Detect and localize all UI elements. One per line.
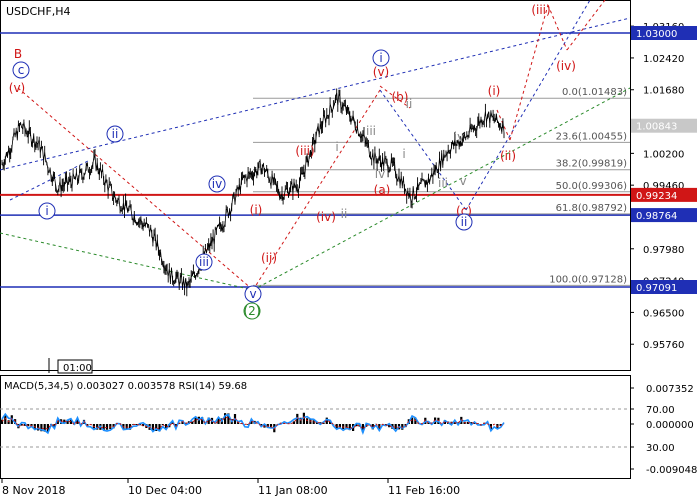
wave-label: ii bbox=[461, 215, 468, 229]
price-tick-label: 0.95760 bbox=[643, 340, 684, 351]
time-tick-label: 11 Feb 16:00 bbox=[388, 484, 460, 497]
wave-label: (2) bbox=[244, 304, 261, 318]
wave-label: iv bbox=[212, 177, 222, 191]
wave-label: ii bbox=[341, 207, 348, 221]
price-tick-label: 1.02420 bbox=[643, 54, 684, 65]
time-tick-label: 11 Jan 08:00 bbox=[258, 484, 328, 497]
time-tick-label: 8 Nov 2018 bbox=[2, 484, 65, 497]
fib-level-label: 23.6(1.00455) bbox=[556, 131, 628, 142]
wave-label: i bbox=[402, 147, 405, 161]
price-tag-label: 1.00843 bbox=[636, 122, 677, 133]
price-tag-label: 0.99234 bbox=[636, 191, 677, 202]
wave-label: i bbox=[45, 204, 48, 218]
fib-level-label: 61.8(0.98792) bbox=[556, 203, 628, 214]
wave-label: v bbox=[249, 287, 256, 301]
wave-label: v bbox=[459, 174, 466, 188]
wave-label: (iii) bbox=[531, 3, 550, 17]
wave-label: iii bbox=[366, 124, 376, 138]
wave-label: (v) bbox=[9, 81, 25, 95]
fib-level-label: 38.2(0.99819) bbox=[556, 159, 628, 170]
price-tag-label: 0.98764 bbox=[636, 211, 677, 222]
symbol-label: USDCHF,H4 bbox=[6, 5, 71, 18]
time-tick-label: 10 Dec 04:00 bbox=[128, 484, 202, 497]
wave-label: (i) bbox=[488, 84, 501, 98]
wave-label: (iv) bbox=[556, 59, 576, 73]
wave-label: (a) bbox=[374, 183, 391, 197]
wave-label: iii bbox=[199, 255, 209, 269]
wave-label: i bbox=[379, 51, 382, 65]
price-tick-label: 0.96500 bbox=[643, 308, 684, 319]
indicator-tick-label: 0.000000 bbox=[646, 420, 694, 431]
price-tick-label: 0.97980 bbox=[643, 245, 684, 256]
wave-label: ii bbox=[406, 97, 413, 111]
wave-label: (iv) bbox=[316, 210, 336, 224]
indicator-title: MACD(5,34,5) 0.003027 0.003578 RSI(14) 5… bbox=[4, 381, 247, 392]
wave-label: (v) bbox=[373, 65, 389, 79]
wave-label: c bbox=[18, 63, 25, 77]
fib-level-label: 100.0(0.97128) bbox=[549, 274, 627, 285]
fib-level-label: 0.0(1.01483) bbox=[562, 87, 627, 98]
wave-label: ii bbox=[112, 127, 119, 141]
indicator-tick-label: 70.00 bbox=[646, 405, 675, 416]
price-tag-label: 0.97091 bbox=[636, 283, 677, 294]
wave-label: B bbox=[14, 47, 22, 61]
price-tick-label: 1.00200 bbox=[643, 149, 684, 160]
price-tick-label: 1.01680 bbox=[643, 86, 684, 97]
wave-label: (i) bbox=[250, 203, 263, 217]
indicator-tick-label: -0.009048 bbox=[646, 465, 697, 476]
svg-text:01:00: 01:00 bbox=[63, 363, 92, 374]
wave-label: iv bbox=[454, 130, 464, 144]
wave-label: (iii) bbox=[295, 144, 314, 158]
wave-label: (ii) bbox=[500, 149, 516, 163]
indicator-tick-label: 0.007352 bbox=[646, 384, 694, 395]
wave-label: iii bbox=[438, 176, 448, 190]
main-pane-frame bbox=[0, 0, 631, 371]
wave-label: i bbox=[335, 140, 338, 154]
price-chart: USDCHF,H4 0.0(1.01483) 23.6(1.00455) 38.2(… bbox=[0, 0, 697, 497]
fib-level-label: 50.0(0.99306) bbox=[556, 181, 628, 192]
wave-label: (ii) bbox=[261, 251, 277, 265]
wave-label: iv bbox=[375, 167, 385, 181]
indicator-tick-label: 30.00 bbox=[646, 443, 675, 454]
price-tag-label: 1.03000 bbox=[636, 29, 677, 40]
